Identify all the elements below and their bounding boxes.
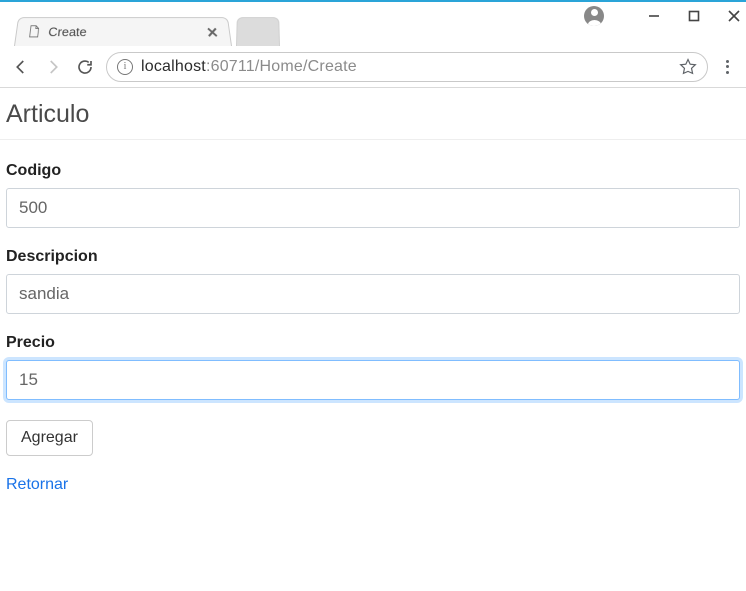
close-icon[interactable] <box>205 25 220 38</box>
page-content: Articulo Codigo Descripcion Precio Agreg… <box>0 88 746 591</box>
maximize-button[interactable] <box>684 6 704 26</box>
url-text: localhost:60711/Home/Create <box>141 58 357 76</box>
back-button[interactable] <box>10 56 32 78</box>
input-descripcion[interactable] <box>6 274 740 314</box>
field-codigo: Codigo <box>6 162 740 228</box>
tab-create[interactable]: Create <box>14 17 232 46</box>
label-codigo: Codigo <box>6 162 740 180</box>
close-window-button[interactable] <box>724 6 744 26</box>
submit-button[interactable]: Agregar <box>6 420 93 456</box>
label-precio: Precio <box>6 334 740 352</box>
input-precio[interactable] <box>6 360 740 400</box>
page-title: Articulo <box>6 100 740 129</box>
window-controls <box>584 6 744 26</box>
bookmark-icon[interactable] <box>679 58 697 76</box>
reload-button[interactable] <box>74 56 96 78</box>
input-codigo[interactable] <box>6 188 740 228</box>
address-bar[interactable]: i localhost:60711/Home/Create <box>106 52 708 82</box>
back-link[interactable]: Retornar <box>6 476 68 494</box>
forward-button[interactable] <box>42 56 64 78</box>
minimize-button[interactable] <box>644 6 664 26</box>
field-precio: Precio <box>6 334 740 400</box>
field-descripcion: Descripcion <box>6 248 740 314</box>
toolbar: i localhost:60711/Home/Create <box>0 46 746 88</box>
divider <box>0 139 746 140</box>
new-tab-button[interactable] <box>236 17 280 46</box>
tab-title: Create <box>48 25 199 39</box>
titlebar: Create <box>0 2 746 46</box>
tabstrip: Create <box>0 2 280 46</box>
site-info-icon[interactable]: i <box>117 59 133 75</box>
account-icon[interactable] <box>584 6 604 26</box>
menu-icon[interactable] <box>718 58 736 76</box>
file-icon <box>26 24 42 39</box>
browser-window: Create <box>0 0 746 591</box>
label-descripcion: Descripcion <box>6 248 740 266</box>
